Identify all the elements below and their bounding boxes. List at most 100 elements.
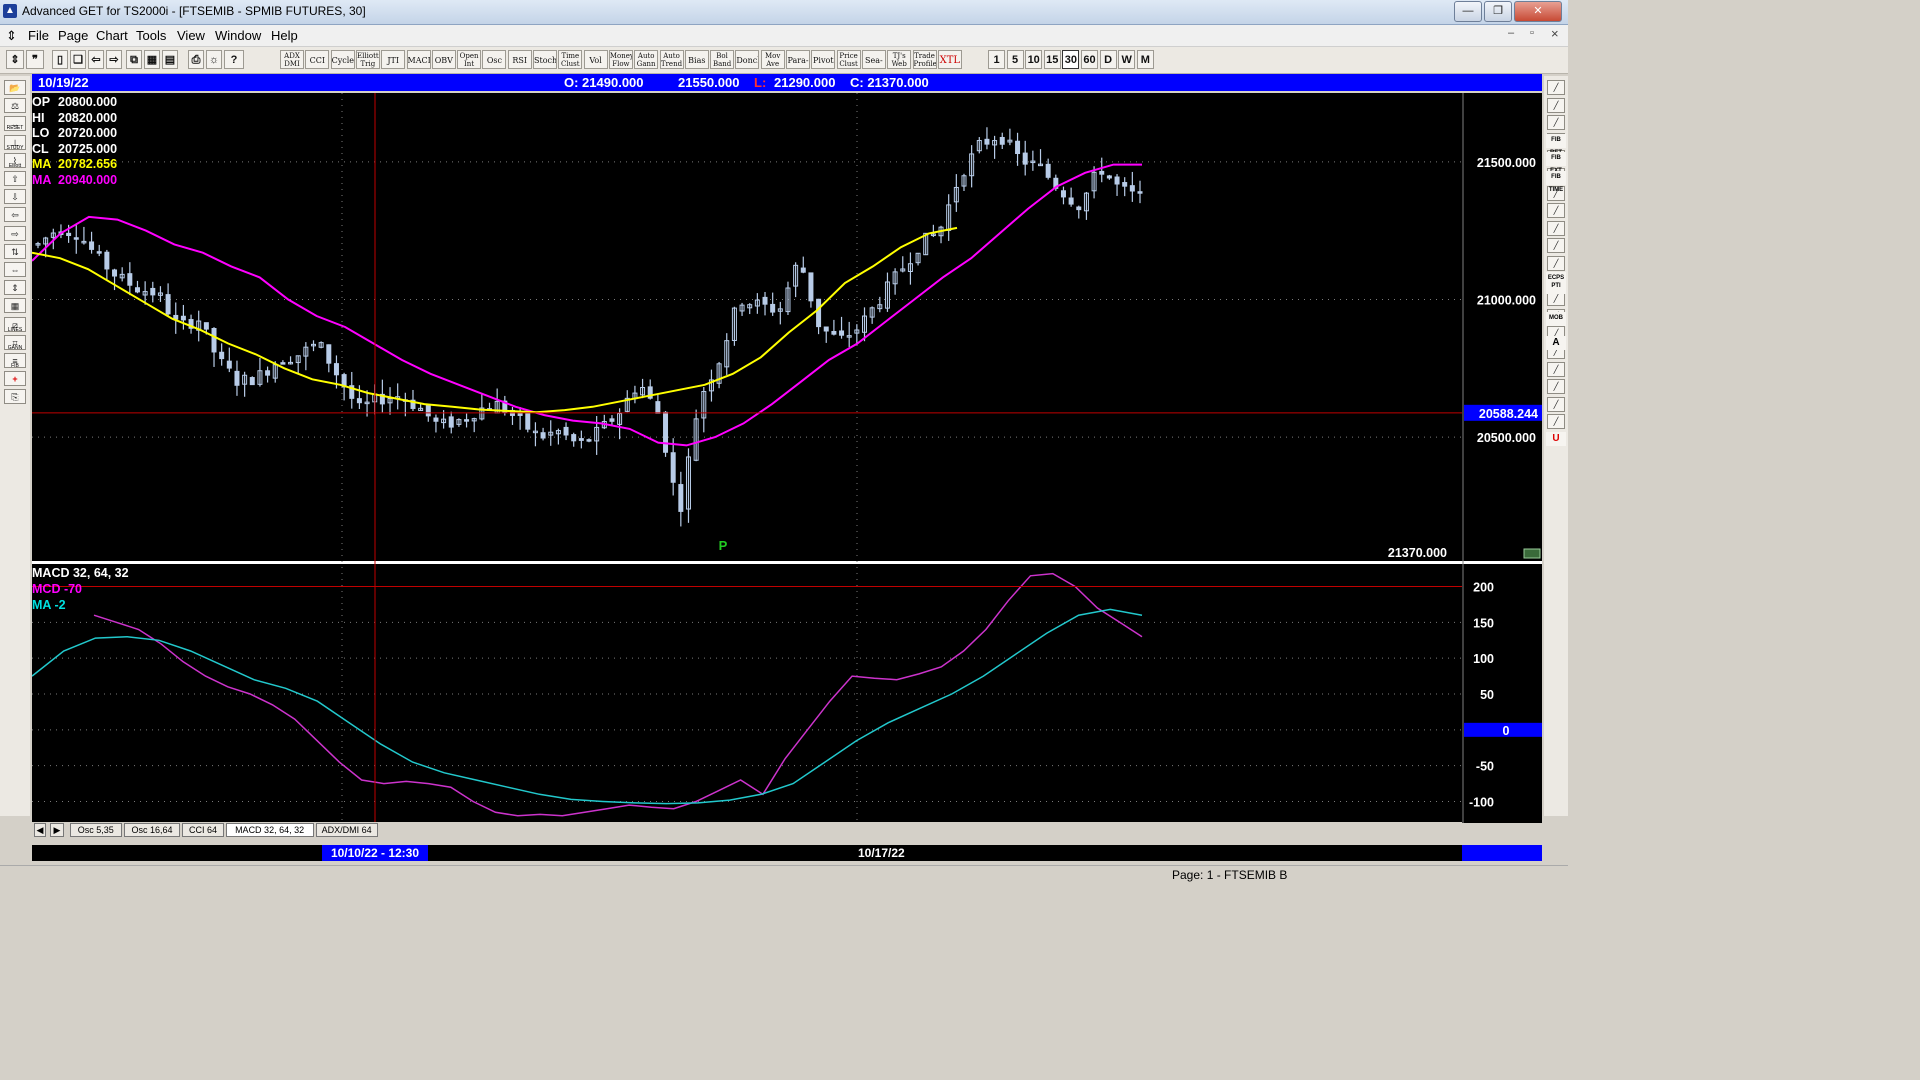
study-button-money-flow[interactable]: Money Flow [608, 50, 633, 69]
left-tool-5-icon[interactable]: ⇧ [4, 171, 26, 186]
right-tool-label-pti[interactable]: PTI [1546, 280, 1566, 294]
study-button-elliott-trig[interactable]: Elliott Trig [355, 50, 380, 69]
menu-chart[interactable]: Chart [96, 28, 128, 43]
right-tool-7-icon[interactable]: ╱ [1547, 203, 1565, 219]
right-tool-19-icon[interactable]: ╱ [1547, 414, 1565, 430]
right-tool-16-icon[interactable]: ╱ [1547, 361, 1565, 377]
study-button-stoch[interactable]: Stoch [533, 50, 557, 69]
study-button-open-int[interactable]: Open Int [457, 50, 482, 69]
study-button-trade-profile[interactable]: Trade Profile [912, 50, 937, 69]
study-button-adx-dmi[interactable]: ADX DMI [280, 50, 304, 69]
left-tool-10-icon[interactable]: ⇔ [4, 262, 26, 277]
forward-icon[interactable]: ⇨ [106, 50, 122, 69]
chart-area[interactable]: 21500.000 21000.000 20500.000 200 150 100 50 0 -… [32, 93, 1542, 823]
mdi-close-button[interactable]: × [1551, 26, 1559, 41]
study-button-price-clust[interactable]: Price Clust [836, 50, 861, 69]
interval-button-15[interactable]: 15 [1043, 50, 1061, 69]
right-tool-9-icon[interactable]: ╱ [1547, 238, 1565, 254]
left-tool-12-icon[interactable]: ▦ [4, 298, 26, 314]
study-button-bol-band[interactable]: Bol Band [710, 50, 735, 69]
back-icon[interactable]: ⇦ [88, 50, 104, 69]
study-button-vol[interactable]: Vol [583, 50, 608, 69]
tab-scroll-left-icon[interactable]: ◀ [34, 823, 46, 837]
help-icon[interactable]: ? [224, 50, 244, 69]
chart-svg[interactable]: 21500.000 21000.000 20500.000 200 150 100 50 0 -… [32, 93, 1542, 823]
tab-osc-5-35[interactable]: Osc 5,35 [70, 823, 122, 837]
study-button-auto-gann[interactable]: Auto Gann [634, 50, 659, 69]
interval-button-30[interactable]: 30 [1062, 50, 1080, 69]
left-tool-17-icon[interactable]: ⎘ [4, 389, 26, 405]
tab-osc-16-64[interactable]: Osc 16,64 [123, 823, 181, 837]
left-tool-0-icon[interactable]: 📂 [4, 80, 26, 95]
right-tool-label-u[interactable]: U [1546, 432, 1566, 446]
study-button-jti[interactable]: JTI [381, 50, 406, 69]
restore-button[interactable]: ❐ [1484, 1, 1512, 22]
interval-button-d[interactable]: D [1099, 50, 1117, 69]
pages-icon[interactable]: ⧉ [126, 50, 142, 69]
interval-button-w[interactable]: W [1118, 50, 1136, 69]
right-tool-8-icon[interactable]: ╱ [1547, 220, 1565, 236]
study-button-auto-trend[interactable]: Auto Trend [659, 50, 684, 69]
menu-view[interactable]: View [177, 28, 205, 43]
print-icon[interactable]: ⎙ [188, 50, 204, 69]
study-button-mov-ave[interactable]: Mov Ave [760, 50, 785, 69]
left-tool-1-icon[interactable]: ⚖ [4, 98, 26, 114]
study-button-xtl[interactable]: XTL [937, 50, 962, 69]
right-tool-label-mob[interactable]: MOB [1546, 312, 1566, 326]
right-tool-18-icon[interactable]: ╱ [1547, 396, 1565, 412]
minimize-button[interactable]: — [1454, 1, 1482, 22]
interval-button-m[interactable]: M [1136, 50, 1154, 69]
interval-button-1[interactable]: 1 [988, 50, 1005, 69]
study-button-osc[interactable]: Osc [482, 50, 507, 69]
pointer-tool-icon[interactable]: ⇕ [6, 50, 24, 69]
left-tool-7-icon[interactable]: ⇦ [4, 207, 26, 223]
interval-button-10[interactable]: 10 [1025, 50, 1043, 69]
tab-cci-64[interactable]: CCI 64 [182, 823, 224, 837]
tab-scroll-right-icon[interactable]: ▶ [50, 823, 64, 837]
mdi-restore-button[interactable]: ▫ [1530, 27, 1534, 39]
menu-tools[interactable]: Tools [136, 28, 166, 43]
left-tool-8-icon[interactable]: ⇨ [4, 225, 26, 241]
left-tool-16-icon[interactable]: + [4, 371, 26, 387]
grid-icon[interactable]: ▦ [144, 50, 160, 69]
study-button-rsi[interactable]: RSI [507, 50, 532, 69]
study-button-sea-sonals[interactable]: Sea-sonals [861, 50, 886, 69]
copy-icon[interactable]: ❏ [70, 50, 86, 69]
right-tool-label-fib-time[interactable]: FIB TIME [1546, 171, 1566, 193]
right-tool-2-icon[interactable]: ╱ [1547, 115, 1565, 131]
study-button-macd[interactable]: MACD [406, 50, 431, 69]
menu-file[interactable]: File [28, 28, 49, 43]
quote-icon[interactable]: ❞ [26, 50, 44, 69]
study-button-para-bolic[interactable]: Para-bolic [786, 50, 810, 69]
right-tool-17-icon[interactable]: ╱ [1547, 379, 1565, 395]
mdi-minimize-button[interactable]: – [1508, 27, 1514, 39]
right-tool-label-fib-ext[interactable]: FIB EXT [1546, 152, 1566, 174]
menu-help[interactable]: Help [271, 28, 298, 43]
tab-adx-dmi-64[interactable]: ADX/DMI 64 [315, 823, 378, 837]
study-button-obv[interactable]: OBV [431, 50, 456, 69]
close-button[interactable]: ✕ [1514, 1, 1562, 22]
right-tool-10-icon[interactable]: ╱ [1547, 256, 1565, 271]
layout-icon[interactable]: ▤ [162, 50, 178, 69]
interval-button-60[interactable]: 60 [1081, 50, 1098, 69]
new-page-icon[interactable]: ▯ [52, 50, 68, 69]
menu-page[interactable]: Page [58, 28, 88, 43]
menu-window[interactable]: Window [215, 28, 261, 43]
left-tool-11-icon[interactable]: ⇕ [4, 280, 26, 296]
study-button-pivot[interactable]: Pivot [811, 50, 836, 69]
right-tool-1-icon[interactable]: ╱ [1547, 97, 1565, 113]
left-tool-9-icon[interactable]: ⇅ [4, 243, 26, 259]
zoom-icon[interactable] [1523, 548, 1541, 559]
right-tool-label-fib-ret[interactable]: FIB RET [1546, 134, 1566, 156]
interval-button-5[interactable]: 5 [1006, 50, 1024, 69]
study-button-bias[interactable]: Bias [684, 50, 709, 69]
study-button-cci[interactable]: CCI [305, 50, 330, 69]
left-tool-6-icon[interactable]: ⇩ [4, 189, 26, 205]
study-button-time-clust[interactable]: Time Clust [558, 50, 583, 69]
study-button-cycles[interactable]: Cycles [330, 50, 355, 69]
right-tool-0-icon[interactable]: ╱ [1547, 80, 1565, 95]
right-tool-label-a[interactable]: A [1546, 336, 1566, 350]
tab-macd-32-64-32[interactable]: MACD 32, 64, 32 [225, 823, 314, 837]
study-button-donch[interactable]: Donch [735, 50, 760, 69]
bulb-icon[interactable]: ☼ [206, 50, 222, 69]
